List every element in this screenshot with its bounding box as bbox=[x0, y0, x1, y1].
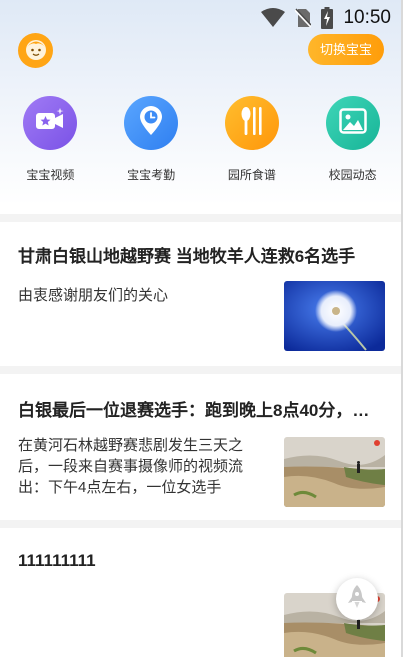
back-to-top-button[interactable] bbox=[336, 578, 378, 620]
section-divider bbox=[0, 214, 403, 222]
location-clock-icon bbox=[138, 106, 164, 140]
section-divider bbox=[0, 366, 403, 374]
image-gallery-icon bbox=[338, 108, 367, 138]
switch-child-button[interactable]: 切换宝宝 bbox=[307, 34, 384, 65]
news-body: 在黄河石林越野赛悲剧发生三天之后，一段来自赛事摄像师的视频流出：下午4点左右，一… bbox=[18, 435, 385, 507]
no-sim-icon bbox=[295, 8, 312, 28]
wifi-icon bbox=[261, 8, 286, 28]
news-thumbnail-dandelion bbox=[284, 281, 385, 351]
status-bar: 10:50 bbox=[261, 0, 391, 36]
quick-menu: 宝宝视频 宝宝考勤 园所食谱 校园动态 bbox=[0, 96, 403, 183]
quick-label: 宝宝考勤 bbox=[127, 168, 176, 182]
child-avatar[interactable] bbox=[18, 33, 53, 68]
quick-icon-bg bbox=[124, 96, 179, 150]
battery-charging-icon bbox=[321, 7, 334, 29]
news-thumbnail-trail bbox=[284, 437, 385, 507]
quick-label: 宝宝视频 bbox=[26, 168, 75, 182]
news-title: 111111111 bbox=[18, 551, 96, 570]
rocket-icon bbox=[347, 584, 367, 614]
news-body bbox=[18, 585, 385, 657]
news-title: 白银最后一位退赛选手：跑到晚上8点40分，心有余悸 bbox=[18, 401, 375, 420]
quick-label: 校园动态 bbox=[328, 168, 377, 182]
quick-icon-bg bbox=[224, 96, 279, 150]
quick-item-campus-news[interactable]: 校园动态 bbox=[302, 96, 403, 183]
news-summary bbox=[18, 585, 263, 657]
quick-icon-bg bbox=[325, 96, 380, 150]
section-divider bbox=[0, 520, 403, 528]
quick-item-child-video[interactable]: 宝宝视频 bbox=[0, 96, 101, 183]
child-face-icon bbox=[23, 36, 49, 66]
news-title: 甘肃白银山地越野赛 当地牧羊人连救6名选手 bbox=[18, 247, 356, 266]
news-item[interactable]: 白银最后一位退赛选手：跑到晚上8点40分，心有余悸 在黄河石林越野赛悲剧发生三天… bbox=[0, 396, 403, 507]
news-summary: 在黄河石林越野赛悲剧发生三天之后，一段来自赛事摄像师的视频流出：下午4点左右，一… bbox=[18, 437, 244, 496]
quick-label: 园所食谱 bbox=[227, 168, 276, 182]
status-time: 10:50 bbox=[343, 7, 391, 28]
quick-item-menu[interactable]: 园所食谱 bbox=[202, 96, 303, 183]
quick-item-attendance[interactable]: 宝宝考勤 bbox=[101, 96, 202, 183]
news-body: 由衷感谢朋友们的关心 bbox=[18, 281, 385, 351]
video-star-icon bbox=[35, 108, 65, 138]
quick-icon-bg bbox=[23, 96, 78, 150]
utensils-icon bbox=[239, 106, 265, 140]
news-item[interactable]: 甘肃白银山地越野赛 当地牧羊人连救6名选手 由衷感谢朋友们的关心 bbox=[0, 242, 403, 351]
news-summary: 由衷感谢朋友们的关心 bbox=[18, 287, 169, 304]
